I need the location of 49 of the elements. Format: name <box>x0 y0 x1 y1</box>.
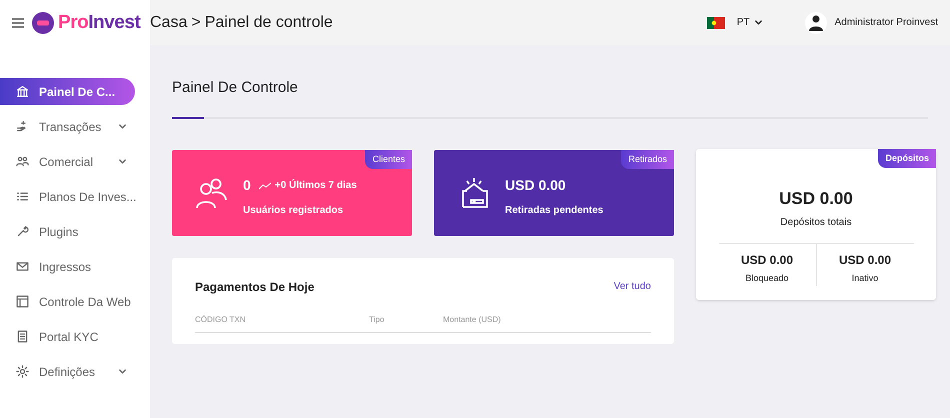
list-icon <box>16 190 29 203</box>
card-badge: Depósitos <box>878 148 936 168</box>
sub-label: Bloqueado <box>745 272 789 285</box>
wrench-icon <box>16 225 29 238</box>
stat-label: Usuários registrados <box>243 204 344 218</box>
sidebar-item[interactable]: Transações <box>0 113 135 140</box>
document-icon <box>16 330 29 343</box>
breadcrumb-current: Painel de controle <box>204 12 333 32</box>
card-badge: Retirados <box>621 150 674 169</box>
stat-value: USD 0.00 <box>505 176 566 195</box>
column-header: Montante (USD) <box>443 314 501 326</box>
trend-text: +0 Últimos 7 dias <box>274 178 357 193</box>
sidebar-item[interactable]: Painel De C... <box>0 78 135 105</box>
card-title: Pagamentos De Hoje <box>195 278 314 296</box>
view-all-link[interactable]: Ver tudo <box>614 279 651 294</box>
page-title: Painel De Controle <box>172 78 299 98</box>
language-selector[interactable]: PT <box>736 15 763 30</box>
card-badge: Clientes <box>365 150 412 169</box>
logo-icon <box>32 12 54 34</box>
sub-label: Inativo <box>852 272 878 285</box>
sidebar-item[interactable]: Planos De Inves... <box>0 183 135 210</box>
sidebar-item[interactable]: Definições <box>0 358 135 385</box>
user-avatar-icon <box>804 12 827 34</box>
stat-label: Retiradas pendentes <box>505 204 604 218</box>
breadcrumb-link[interactable]: Casa <box>150 10 188 34</box>
envelope-icon <box>16 260 29 273</box>
breadcrumb-separator: > <box>191 12 201 32</box>
layout-icon <box>16 295 29 308</box>
chevron-down-icon <box>754 18 763 27</box>
sidebar-item[interactable]: Portal KYC <box>0 323 135 350</box>
flag-icon <box>706 16 725 28</box>
user-name[interactable]: Administrator Proinvest <box>834 15 938 30</box>
trend-icon <box>258 182 271 190</box>
deposits-value: USD 0.00 <box>779 188 853 210</box>
sidebar-item[interactable]: Ingressos <box>0 253 135 280</box>
menu-icon[interactable] <box>12 18 24 28</box>
sidebar-item[interactable]: Controle Da Web <box>0 288 135 315</box>
stat-value: 0 <box>243 176 251 195</box>
bank-icon <box>16 85 29 98</box>
sub-value: USD 0.00 <box>838 252 892 269</box>
sidebar-item[interactable]: Comercial <box>0 148 135 175</box>
column-header: CÓDIGO TXN <box>195 314 247 326</box>
brand-name: ProInvest <box>58 13 140 32</box>
sub-value: USD 0.00 <box>740 252 794 269</box>
sidebar-item[interactable]: Plugins <box>0 218 135 245</box>
users-icon <box>16 155 29 168</box>
users-icon <box>195 176 229 210</box>
deposits-label: Depósitos totais <box>780 216 852 230</box>
column-header: Tipo <box>369 314 386 326</box>
